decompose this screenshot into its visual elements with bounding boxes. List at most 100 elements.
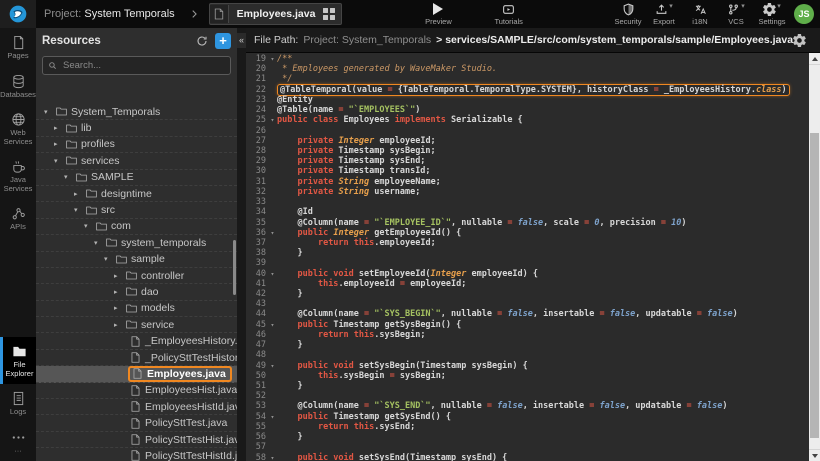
code-line-50[interactable]: 50 this.sysBegin = sysBegin; (246, 371, 809, 381)
collapse-arrow-icon[interactable]: ▾ (54, 157, 64, 165)
tree-item-employeeshist-java[interactable]: EmployeesHist.java (36, 383, 237, 399)
fold-arrow-icon[interactable]: ▾ (268, 115, 277, 125)
scroll-down-button[interactable] (809, 449, 820, 461)
code-line-32[interactable]: 32 private String username; (246, 187, 809, 197)
code-line-55[interactable]: 55 return this.sysEnd; (246, 422, 809, 432)
code-line-44[interactable]: 44 @Column(name = "`SYS_BEGIN`", nullabl… (246, 309, 809, 319)
expand-arrow-icon[interactable]: ▸ (114, 321, 124, 329)
user-avatar[interactable]: JS (794, 4, 814, 24)
search-input[interactable] (61, 59, 225, 72)
code-line-54[interactable]: 54▾ public Timestamp getSysEnd() { (246, 412, 809, 422)
rail-item-logs[interactable]: Logs (0, 384, 36, 423)
grid-icon[interactable] (323, 8, 335, 20)
tree-item-policystttesthistory-java[interactable]: _PolicySttTestHistory.java (36, 350, 237, 366)
fold-arrow-icon[interactable]: ▾ (268, 453, 277, 461)
code-line-39[interactable]: 39 (246, 258, 809, 268)
rail-item-java-services[interactable]: Java Services (0, 152, 36, 199)
tree-item-profiles[interactable]: ▸profiles (36, 137, 237, 153)
tree-item-employeeshistory-java[interactable]: _EmployeesHistory.java (36, 333, 237, 349)
collapse-arrow-icon[interactable]: ▾ (94, 239, 104, 247)
rail-item-file-explorer[interactable]: File Explorer (0, 337, 36, 384)
expand-arrow-icon[interactable]: ▸ (74, 190, 84, 198)
fold-arrow-icon[interactable]: ▾ (268, 320, 277, 330)
preview-button[interactable]: Preview (424, 3, 452, 26)
tree-item-employeeshistid-java[interactable]: EmployeesHistId.java (36, 399, 237, 415)
code-line-20[interactable]: 20 * Employees generated by WaveMaker St… (246, 64, 809, 74)
scrollbar-thumb[interactable] (810, 133, 819, 438)
collapse-arrow-icon[interactable]: ▾ (104, 255, 114, 263)
fold-arrow-icon[interactable]: ▾ (268, 361, 277, 371)
code-line-40[interactable]: 40▾ public void setEmployeeId(Integer em… (246, 269, 809, 279)
code-line-27[interactable]: 27 private Integer employeeId; (246, 136, 809, 146)
code-line-43[interactable]: 43 (246, 299, 809, 309)
tree-item-designtime[interactable]: ▸designtime (36, 186, 237, 202)
expand-arrow-icon[interactable]: ▸ (114, 272, 124, 280)
collapse-arrow-icon[interactable]: ▾ (64, 173, 74, 181)
code-line-33[interactable]: 33 (246, 197, 809, 207)
code-line-30[interactable]: 30 private Timestamp transId; (246, 166, 809, 176)
code-line-24[interactable]: 24@Table(name = "`EMPLOYEES`") (246, 105, 809, 115)
panel-splitter[interactable]: « (237, 28, 246, 461)
file-settings-button[interactable] (793, 34, 806, 47)
code-line-56[interactable]: 56 } (246, 432, 809, 442)
collapse-arrow-icon[interactable]: ▾ (74, 206, 84, 214)
tree-item-src[interactable]: ▾src (36, 202, 237, 218)
code-editor[interactable]: 19▾/**20 * Employees generated by WaveMa… (246, 53, 820, 461)
code-line-46[interactable]: 46 return this.sysBegin; (246, 330, 809, 340)
tutorials-button[interactable]: Tutorials (494, 3, 522, 26)
fold-arrow-icon[interactable]: ▾ (268, 54, 277, 64)
tree-item-models[interactable]: ▸models (36, 301, 237, 317)
code-line-22[interactable]: 22@TableTemporal(value = {TableTemporal.… (246, 85, 809, 95)
code-line-31[interactable]: 31 private String employeeName; (246, 177, 809, 187)
tree-item-dao[interactable]: ▸dao (36, 284, 237, 300)
editor-scrollbar[interactable] (809, 53, 820, 461)
code-line-42[interactable]: 42 } (246, 289, 809, 299)
expand-arrow-icon[interactable]: ▸ (54, 140, 64, 148)
code-line-58[interactable]: 58▾ public void setSysEnd(Timestamp sysE… (246, 453, 809, 461)
code-line-41[interactable]: 41 this.employeeId = employeeId; (246, 279, 809, 289)
code-line-25[interactable]: 25▾public class Employees implements Ser… (246, 115, 809, 125)
tree-item-controller[interactable]: ▸controller (36, 268, 237, 284)
tree-item-policystttesthistid-java[interactable]: PolicySttTestHistId.java (36, 448, 237, 461)
collapse-arrow-icon[interactable]: ▾ (84, 222, 94, 230)
tree-item-policystttest-java[interactable]: PolicySttTest.java (36, 415, 237, 431)
wavemaker-logo[interactable] (0, 0, 36, 28)
code-line-23[interactable]: 23@Entity (246, 95, 809, 105)
tree-item-com[interactable]: ▾com (36, 219, 237, 235)
tree-item-sample[interactable]: ▾sample (36, 252, 237, 268)
resources-scrollbar-thumb[interactable] (233, 240, 236, 295)
fold-arrow-icon[interactable]: ▾ (268, 412, 277, 422)
tree-item-services[interactable]: ▾services (36, 153, 237, 169)
code-line-26[interactable]: 26 (246, 126, 809, 136)
expand-arrow-icon[interactable]: ▸ (54, 124, 64, 132)
expand-arrow-icon[interactable]: ▸ (114, 288, 124, 296)
settings-button[interactable]: ▾ Settings (758, 3, 786, 26)
rail-item-[interactable]: ··· (0, 423, 36, 461)
tree-item-system-temporals[interactable]: ▾System_Temporals (36, 104, 237, 120)
expand-arrow-icon[interactable]: ▸ (114, 304, 124, 312)
tree-item-employees-java[interactable]: Employees.java (36, 366, 237, 382)
tree-item-service[interactable]: ▸service (36, 317, 237, 333)
code-line-35[interactable]: 35 @Column(name = "`EMPLOYEE_ID`", nulla… (246, 218, 809, 228)
rail-item-apis[interactable]: APIs (0, 199, 36, 238)
collapse-panel-icon[interactable]: « (237, 33, 246, 48)
security-button[interactable]: Security (614, 3, 642, 26)
fold-arrow-icon[interactable]: ▾ (268, 269, 277, 279)
code-line-29[interactable]: 29 private Timestamp sysEnd; (246, 156, 809, 166)
scroll-up-button[interactable] (809, 53, 820, 65)
code-line-49[interactable]: 49▾ public void setSysBegin(Timestamp sy… (246, 361, 809, 371)
tree-item-system-temporals[interactable]: ▾system_temporals (36, 235, 237, 251)
fold-arrow-icon[interactable]: ▾ (268, 228, 277, 238)
rail-item-web-services[interactable]: Web Services (0, 105, 36, 152)
collapse-arrow-icon[interactable]: ▾ (44, 108, 54, 116)
add-resource-button[interactable]: + (215, 33, 231, 49)
rail-item-pages[interactable]: Pages (0, 28, 36, 67)
code-line-37[interactable]: 37 return this.employeeId; (246, 238, 809, 248)
code-line-52[interactable]: 52 (246, 391, 809, 401)
code-line-47[interactable]: 47 } (246, 340, 809, 350)
code-line-38[interactable]: 38 } (246, 248, 809, 258)
code-line-36[interactable]: 36▾ public Integer getEmployeeId() { (246, 228, 809, 238)
tree-item-lib[interactable]: ▸lib (36, 120, 237, 136)
tab-employees-java[interactable]: Employees.java (209, 3, 343, 25)
vcs-button[interactable]: ▾ VCS (722, 3, 750, 26)
